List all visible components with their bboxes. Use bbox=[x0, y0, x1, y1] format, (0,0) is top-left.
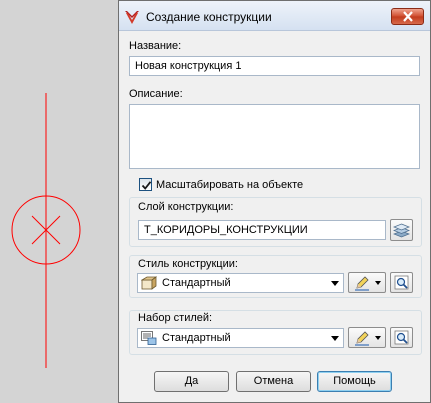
drawing-canvas[interactable] bbox=[0, 0, 118, 403]
close-button[interactable] bbox=[391, 8, 424, 25]
style-set-icon bbox=[141, 331, 157, 345]
scale-on-insert-checkbox[interactable] bbox=[139, 178, 152, 191]
structure-style-edit-button[interactable] bbox=[348, 272, 386, 293]
chevron-down-icon[interactable] bbox=[331, 281, 339, 286]
magnifier-icon bbox=[394, 330, 409, 345]
style-set-group: Набор стилей: Стандартный bbox=[129, 310, 422, 355]
civil3d-app-icon bbox=[124, 9, 140, 25]
layer-label: Слой конструкции: bbox=[138, 201, 234, 213]
pencil-edit-icon bbox=[355, 331, 369, 346]
pencil-edit-icon bbox=[355, 276, 369, 291]
close-icon bbox=[403, 11, 413, 22]
structure-style-preview-button[interactable] bbox=[390, 272, 413, 293]
style-set-dropdown[interactable]: Стандартный bbox=[137, 328, 344, 348]
scale-on-insert-label: Масштабировать на объекте bbox=[156, 179, 304, 191]
layer-field[interactable]: Т_КОРИДОРЫ_КОНСТРУКЦИИ bbox=[138, 220, 386, 240]
create-structure-dialog: Создание конструкции Название: Новая кон… bbox=[118, 0, 431, 403]
description-field[interactable] bbox=[129, 104, 420, 169]
layers-icon bbox=[393, 223, 410, 238]
checkmark-icon bbox=[141, 181, 152, 190]
help-button[interactable]: Помощь bbox=[317, 371, 392, 392]
structure-style-value: Стандартный bbox=[162, 277, 231, 289]
structure-style-label: Стиль конструкции: bbox=[138, 258, 238, 270]
description-label: Описание: bbox=[129, 88, 183, 100]
layer-group: Слой конструкции: Т_КОРИДОРЫ_КОНСТРУКЦИИ bbox=[129, 197, 422, 247]
ok-button[interactable]: Да bbox=[154, 371, 229, 392]
style-set-edit-button[interactable] bbox=[348, 327, 386, 348]
chevron-down-icon[interactable] bbox=[331, 336, 339, 341]
name-label: Название: bbox=[129, 40, 182, 52]
cancel-button[interactable]: Отмена bbox=[236, 371, 311, 392]
style-set-value: Стандартный bbox=[162, 332, 231, 344]
chevron-down-icon[interactable] bbox=[375, 281, 381, 285]
magnifier-icon bbox=[394, 275, 409, 290]
structure-style-group: Стиль конструкции: Стандартный bbox=[129, 255, 422, 298]
window-title: Создание конструкции bbox=[146, 10, 272, 24]
style-set-preview-button[interactable] bbox=[390, 327, 413, 348]
chevron-down-icon[interactable] bbox=[375, 336, 381, 340]
name-field[interactable]: Новая конструкция 1 bbox=[129, 56, 420, 76]
structure-style-dropdown[interactable]: Стандартный bbox=[137, 273, 344, 293]
style-set-label: Набор стилей: bbox=[138, 312, 213, 324]
structure-style-icon bbox=[140, 276, 158, 290]
title-bar[interactable]: Создание конструкции bbox=[119, 1, 430, 31]
layer-select-button[interactable] bbox=[390, 219, 413, 241]
